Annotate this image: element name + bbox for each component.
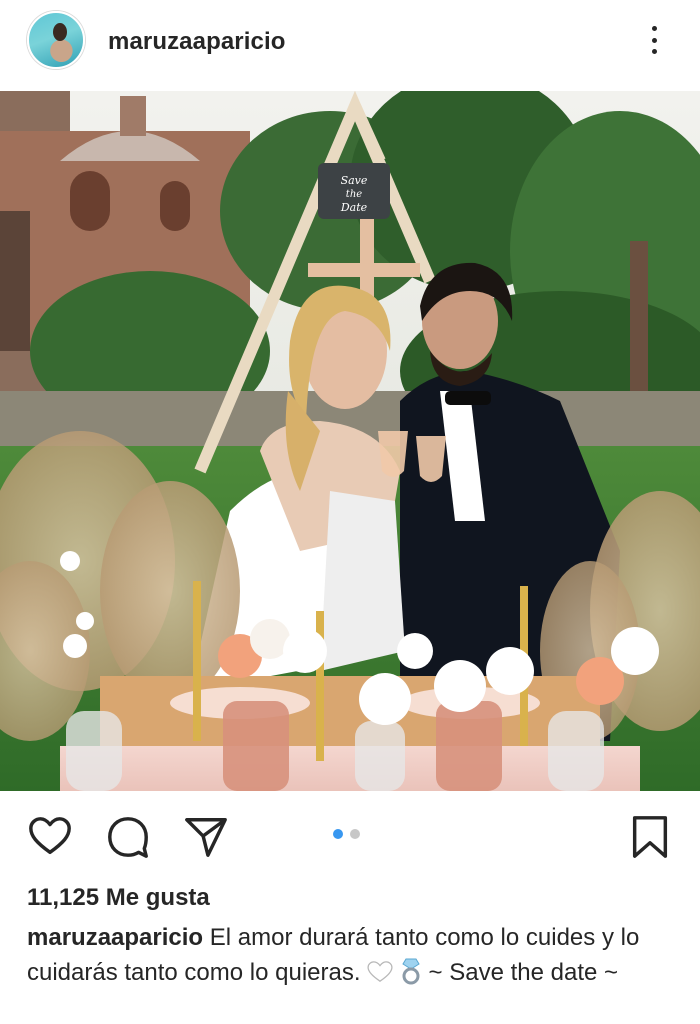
caption-text-end: ~ Save the date ~ [428, 959, 619, 986]
comment-icon[interactable] [105, 814, 151, 860]
share-icon[interactable] [183, 814, 229, 860]
save-the-date-sign: Save the Date [318, 163, 390, 219]
post-username[interactable]: maruzaaparicio [108, 28, 285, 56]
svg-text:the: the [346, 189, 362, 200]
carousel-dot [350, 829, 360, 839]
post-photo[interactable]: Save the Date [0, 91, 700, 791]
svg-text:Save: Save [341, 174, 368, 187]
carousel-indicator [333, 829, 360, 839]
bookmark-icon[interactable] [627, 814, 673, 860]
avatar[interactable] [27, 11, 85, 69]
svg-text:Date: Date [340, 201, 368, 214]
heart-icon[interactable] [27, 814, 73, 860]
ring-icon [400, 957, 422, 985]
carousel-dot-active [333, 829, 343, 839]
caption-username[interactable]: maruzaaparicio [27, 924, 203, 951]
post-header: maruzaaparicio [0, 0, 700, 90]
more-vertical-icon[interactable] [640, 22, 668, 58]
likes-count[interactable]: 11,125 Me gusta [27, 884, 210, 912]
white-heart-icon [367, 958, 393, 982]
post-caption: maruzaaparicio El amor durará tanto como… [27, 920, 677, 990]
